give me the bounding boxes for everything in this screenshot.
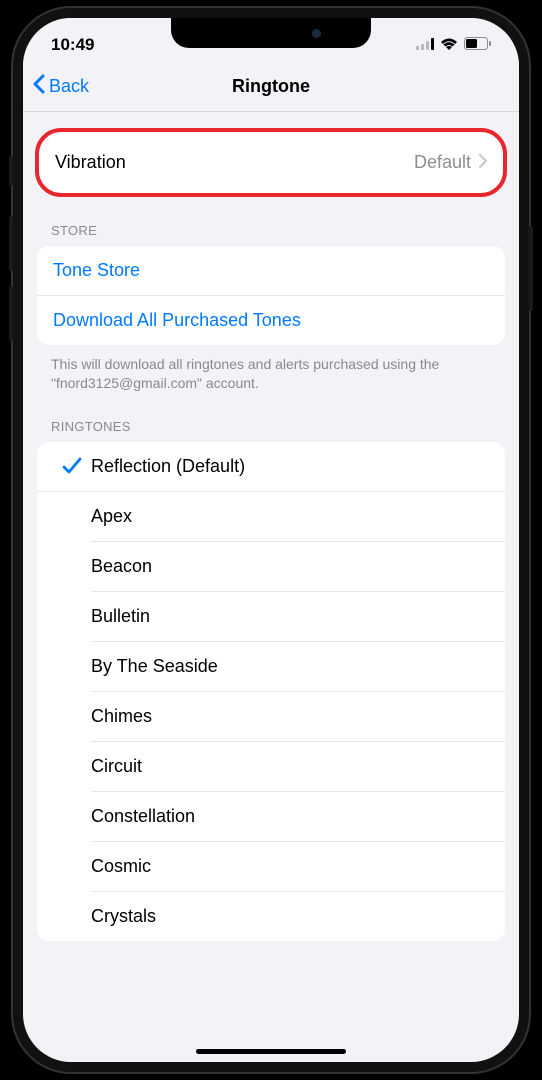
- ringtone-item[interactable]: Constellation: [91, 792, 505, 842]
- ringtone-label: By The Seaside: [91, 656, 218, 677]
- ringtone-label: Reflection (Default): [91, 456, 245, 477]
- power-button: [529, 226, 533, 311]
- ringtone-item[interactable]: Circuit: [91, 742, 505, 792]
- store-group: Tone Store Download All Purchased Tones: [37, 246, 505, 345]
- tone-store-link[interactable]: Tone Store: [37, 246, 505, 295]
- ringtone-label: Beacon: [91, 556, 152, 577]
- checkmark-icon: [53, 457, 91, 475]
- store-header: STORE: [23, 197, 519, 246]
- ringtone-label: Constellation: [91, 806, 195, 827]
- battery-icon: [464, 35, 491, 55]
- wifi-icon: [440, 35, 458, 55]
- ringtone-item[interactable]: Cosmic: [91, 842, 505, 892]
- ringtone-item[interactable]: Reflection (Default): [37, 442, 505, 492]
- ringtone-item[interactable]: Bulletin: [91, 592, 505, 642]
- ringtone-label: Crystals: [91, 906, 156, 927]
- phone-screen: 10:49 Back Ringtone: [23, 18, 519, 1062]
- vibration-section-highlight: Vibration Default: [35, 128, 507, 197]
- phone-frame: 10:49 Back Ringtone: [11, 6, 531, 1074]
- status-time: 10:49: [51, 35, 94, 55]
- ringtone-label: Circuit: [91, 756, 142, 777]
- ringtone-item[interactable]: Beacon: [91, 542, 505, 592]
- chevron-right-icon: [479, 152, 487, 173]
- ringtone-label: Apex: [91, 506, 132, 527]
- ringtone-item[interactable]: Apex: [91, 492, 505, 542]
- ringtone-label: Bulletin: [91, 606, 150, 627]
- navigation-bar: Back Ringtone: [23, 62, 519, 112]
- ringtone-item[interactable]: Crystals: [91, 892, 505, 941]
- volume-up-button: [9, 216, 13, 271]
- home-indicator[interactable]: [196, 1049, 346, 1054]
- mute-switch: [9, 156, 13, 186]
- vibration-label: Vibration: [55, 152, 126, 173]
- download-all-link[interactable]: Download All Purchased Tones: [37, 295, 505, 345]
- content-scroll[interactable]: Vibration Default STORE Tone Store Downl…: [23, 112, 519, 1062]
- ringtones-header: RINGTONES: [23, 393, 519, 442]
- vibration-value: Default: [414, 152, 471, 173]
- status-icons: [416, 35, 491, 55]
- ringtones-list: Reflection (Default) Apex Beacon Bulletin By…: [37, 442, 505, 941]
- cellular-signal-icon: [416, 35, 434, 55]
- vibration-value-wrap: Default: [414, 152, 487, 173]
- back-label: Back: [49, 76, 89, 97]
- notch: [171, 18, 371, 48]
- back-button[interactable]: Back: [33, 74, 89, 99]
- chevron-left-icon: [33, 74, 45, 99]
- ringtone-label: Cosmic: [91, 856, 151, 877]
- ringtone-item[interactable]: By The Seaside: [91, 642, 505, 692]
- page-title: Ringtone: [232, 76, 310, 97]
- ringtone-item[interactable]: Chimes: [91, 692, 505, 742]
- vibration-cell[interactable]: Vibration Default: [45, 138, 497, 187]
- store-footer: This will download all ringtones and ale…: [23, 345, 519, 393]
- volume-down-button: [9, 286, 13, 341]
- ringtone-label: Chimes: [91, 706, 152, 727]
